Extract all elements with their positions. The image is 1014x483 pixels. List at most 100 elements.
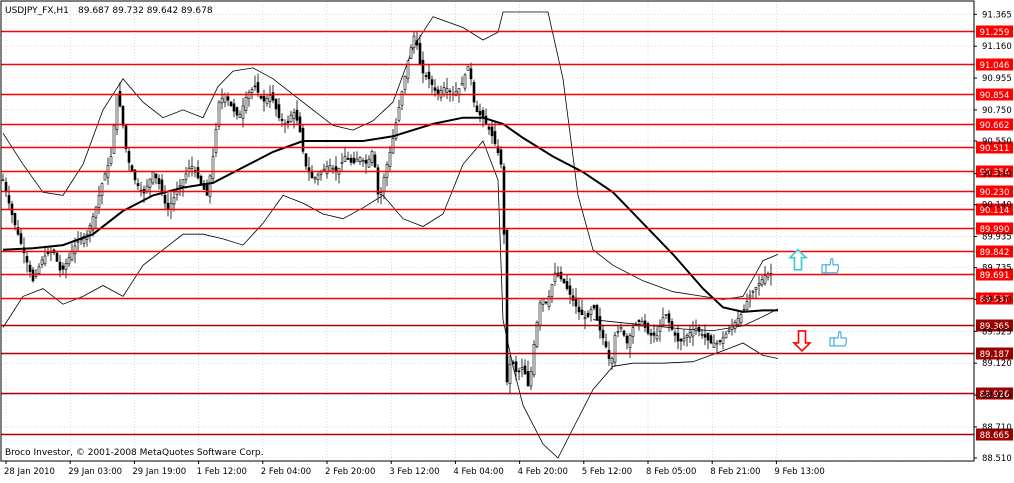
candle-body <box>259 95 263 99</box>
candle-body <box>745 301 749 310</box>
level-label: 91.259 <box>980 28 1010 38</box>
y-tick-label: 88.915 <box>982 391 1012 401</box>
candle-body <box>190 165 194 169</box>
candle-body <box>616 331 620 333</box>
candle-body <box>166 202 170 210</box>
candle-body <box>550 284 554 297</box>
candle-body <box>250 89 254 93</box>
candle-body <box>358 157 362 162</box>
candle-body <box>523 365 527 375</box>
candle-body <box>586 312 590 318</box>
candle-body <box>445 88 449 93</box>
x-tick-label: 29 Jan 03:00 <box>68 467 122 477</box>
candle-body <box>661 317 665 326</box>
y-tick-label: 90.955 <box>982 74 1012 84</box>
candle-body <box>43 255 47 265</box>
candle-body <box>94 206 98 218</box>
candle-body <box>235 107 239 116</box>
candle-body <box>352 157 356 164</box>
candle-body <box>313 177 317 180</box>
candle-body <box>538 302 542 326</box>
candle-body <box>127 150 131 163</box>
candle-body <box>748 294 752 298</box>
candle-body <box>319 171 323 175</box>
candle-body <box>61 265 65 270</box>
candle-body <box>322 168 326 171</box>
candle-body <box>55 252 59 262</box>
level-label: 90.662 <box>980 121 1010 131</box>
candle-body <box>673 332 677 336</box>
candle-body <box>373 154 377 168</box>
candle-body <box>691 329 695 337</box>
candle-body <box>367 158 371 168</box>
candle-body <box>1 179 5 182</box>
candle-body <box>544 301 548 304</box>
candle-body <box>286 120 290 124</box>
candle-body <box>622 330 626 336</box>
x-tick-label: 9 Feb 13:00 <box>774 467 824 477</box>
y-tick-label: 89.530 <box>982 295 1012 305</box>
candle-body <box>742 309 746 311</box>
candle-body <box>421 59 425 74</box>
candle-body <box>481 110 485 118</box>
candle-body <box>508 364 512 384</box>
candle-body <box>355 158 359 162</box>
candle-body <box>31 269 35 282</box>
candle-body <box>289 114 293 123</box>
candle-body <box>415 40 419 46</box>
candle-body <box>754 287 758 290</box>
level-label: 90.230 <box>980 188 1010 198</box>
candle-body <box>391 138 395 154</box>
candle-body <box>466 65 470 71</box>
candle-body <box>211 156 215 179</box>
candle-body <box>418 42 422 65</box>
candle-body <box>247 92 251 100</box>
candle-body <box>28 264 32 272</box>
candle-body <box>76 240 80 243</box>
candle-body <box>760 279 764 286</box>
candle-body <box>655 334 659 340</box>
candle-body <box>568 285 572 295</box>
candle-body <box>151 171 155 184</box>
candle-body <box>625 335 629 344</box>
candle-body <box>517 370 521 373</box>
candle-body <box>472 82 476 103</box>
level-label: 89.842 <box>980 248 1010 258</box>
candle-body <box>118 90 122 107</box>
candle-body <box>214 129 218 154</box>
candle-body <box>730 325 734 330</box>
x-tick-label: 29 Jan 19:00 <box>132 467 186 477</box>
candle-body <box>763 275 767 284</box>
candle-body <box>643 320 647 328</box>
y-tick-label: 89.120 <box>982 359 1012 369</box>
candle-body <box>649 332 653 336</box>
candle-body <box>469 68 473 80</box>
candle-body <box>346 157 350 160</box>
chart-window[interactable]: 91.259 91.046 90.854 90.662 90.511 90.354 90.2… <box>0 0 1014 479</box>
candle-body <box>448 90 452 93</box>
candle-body <box>658 326 662 332</box>
candle-body <box>145 185 149 192</box>
candle-body <box>382 176 386 192</box>
x-tick-label: 2 Feb 04:00 <box>261 467 311 477</box>
x-tick-label: 2 Feb 20:00 <box>325 467 375 477</box>
candle-body <box>277 104 281 118</box>
candle-body <box>13 213 17 226</box>
candle-body <box>664 314 668 316</box>
candle-body <box>25 256 29 263</box>
candle-body <box>19 233 23 244</box>
candle-body <box>325 165 329 175</box>
y-tick-label: 88.510 <box>982 454 1012 464</box>
candle-body <box>130 165 134 172</box>
candle-body <box>709 335 713 344</box>
candle-body <box>232 103 236 112</box>
price-chart[interactable]: 91.25991.04690.85490.66290.51190.35490.2… <box>0 0 1014 479</box>
candle-body <box>400 91 404 106</box>
candle-body <box>487 126 491 130</box>
candle-body <box>499 149 503 165</box>
candle-body <box>409 47 413 59</box>
candle-body <box>328 164 332 172</box>
candle-body <box>274 99 278 110</box>
candle-body <box>430 79 434 85</box>
candle-body <box>577 306 581 313</box>
